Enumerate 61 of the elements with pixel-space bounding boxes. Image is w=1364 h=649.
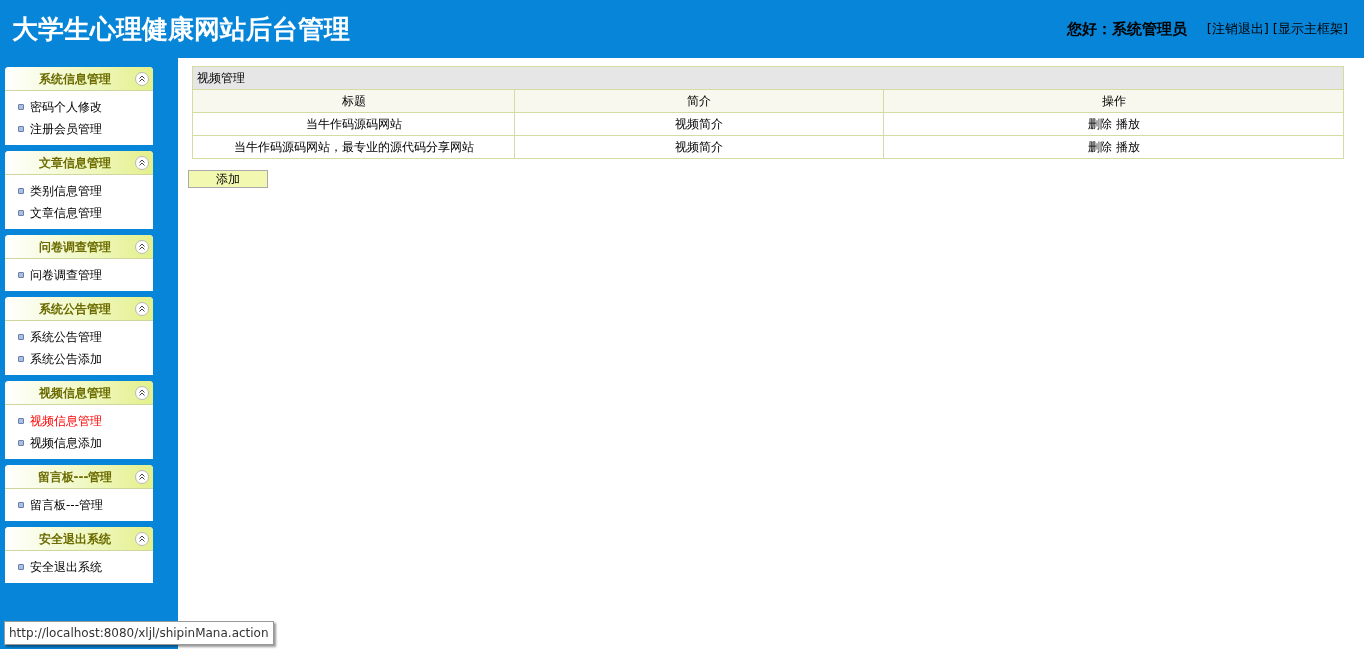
panel-title: 问卷调查管理	[38, 238, 112, 256]
bullet-icon	[18, 334, 24, 340]
menu-link[interactable]: 系统公告添加	[30, 350, 102, 368]
bullet-icon	[18, 272, 24, 278]
bullet-icon	[18, 126, 24, 132]
table-caption: 视频管理	[192, 66, 1344, 90]
add-button[interactable]: 添加	[188, 170, 268, 188]
menu-link[interactable]: 安全退出系统	[30, 558, 102, 576]
bullet-icon	[18, 440, 24, 446]
collapse-icon[interactable]	[135, 469, 149, 484]
collapse-icon[interactable]	[135, 385, 149, 400]
panel-header[interactable]: 留言板---管理	[5, 465, 153, 489]
menu-link[interactable]: 注册会员管理	[30, 120, 102, 138]
menu-link[interactable]: 留言板---管理	[30, 496, 103, 514]
greeting-text: 您好：系统管理员	[1066, 18, 1187, 40]
table-cell: 视频简介	[514, 135, 884, 159]
action-link[interactable]: 删除	[1087, 115, 1112, 133]
menu-link[interactable]: 密码个人修改	[30, 98, 102, 116]
menu-link[interactable]: 视频信息管理	[30, 412, 102, 430]
collapse-icon[interactable]	[135, 301, 149, 316]
action-link[interactable]: 播放	[1115, 138, 1140, 156]
collapse-icon[interactable]	[135, 239, 149, 254]
menu-link[interactable]: 问卷调查管理	[30, 266, 102, 284]
status-url-tooltip: http://localhost:8080/xljl/shipinMana.action	[4, 621, 274, 645]
collapse-icon[interactable]	[135, 71, 149, 86]
column-header: 标题	[192, 89, 515, 113]
panel-title: 系统公告管理	[38, 300, 112, 318]
panel-title: 视频信息管理	[38, 384, 112, 402]
bullet-icon	[18, 564, 24, 570]
bullet-icon	[18, 356, 24, 362]
table-cell: 当牛作码源码网站，最专业的源代码分享网站	[192, 135, 515, 159]
panel-title: 留言板---管理	[36, 468, 114, 486]
collapse-icon[interactable]	[135, 155, 149, 170]
menu-link[interactable]: 系统公告管理	[30, 328, 102, 346]
column-header: 操作	[883, 89, 1344, 113]
panel-title: 文章信息管理	[38, 154, 112, 172]
header-link[interactable]: [显示主框架]	[1272, 19, 1348, 39]
panel-header[interactable]: 视频信息管理	[5, 381, 153, 405]
column-header: 简介	[514, 89, 884, 113]
panel-title: 系统信息管理	[38, 70, 112, 88]
table-cell: 视频简介	[514, 112, 884, 136]
bullet-icon	[18, 502, 24, 508]
menu-link[interactable]: 文章信息管理	[30, 204, 102, 222]
table-cell: 当牛作码源码网站	[192, 112, 515, 136]
site-title: 大学生心理健康网站后台管理	[12, 12, 350, 46]
panel-header[interactable]: 安全退出系统	[5, 527, 153, 551]
panel-header[interactable]: 文章信息管理	[5, 151, 153, 175]
menu-link[interactable]: 类别信息管理	[30, 182, 102, 200]
bullet-icon	[18, 104, 24, 110]
action-link[interactable]: 删除	[1087, 138, 1112, 156]
collapse-icon[interactable]	[135, 531, 149, 546]
panel-header[interactable]: 系统信息管理	[5, 67, 153, 91]
menu-link[interactable]: 视频信息添加	[30, 434, 102, 452]
header-link[interactable]: [注销退出]	[1206, 19, 1269, 39]
bullet-icon	[18, 210, 24, 216]
bullet-icon	[18, 188, 24, 194]
bullet-icon	[18, 418, 24, 424]
panel-title: 安全退出系统	[38, 530, 112, 548]
action-link[interactable]: 播放	[1115, 115, 1140, 133]
panel-header[interactable]: 问卷调查管理	[5, 235, 153, 259]
panel-header[interactable]: 系统公告管理	[5, 297, 153, 321]
